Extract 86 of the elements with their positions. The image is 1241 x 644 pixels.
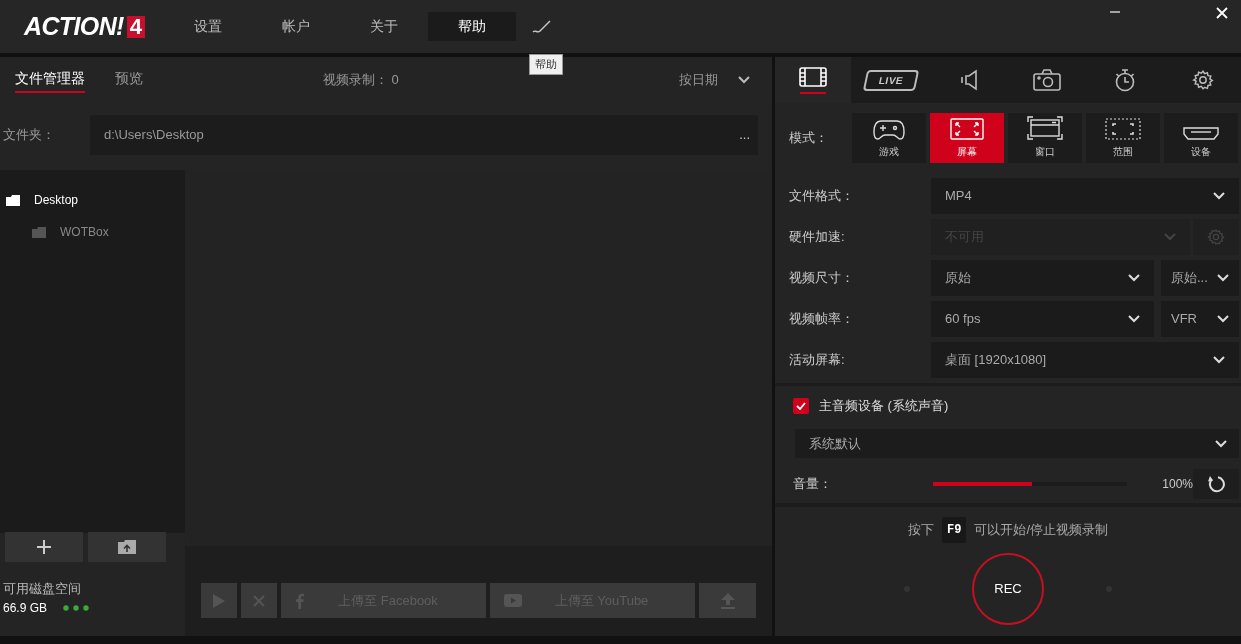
chevron-icon xyxy=(1128,274,1140,282)
sort-dropdown[interactable]: 按日期 xyxy=(679,70,750,90)
folder-icon xyxy=(6,194,20,206)
checkmark-icon xyxy=(796,402,806,410)
logo-badge: 4 xyxy=(126,15,146,38)
folder-icon xyxy=(32,226,46,238)
disk-space-value: 66.9 GB xyxy=(3,600,48,617)
menu-tab[interactable]: 帐户 xyxy=(252,12,341,41)
mode-label: 模式： xyxy=(788,129,829,148)
checkbox[interactable] xyxy=(793,398,809,414)
upload-icon xyxy=(720,592,735,609)
field-label: 视频帧率： xyxy=(788,310,855,329)
dropdown[interactable]: 60 fps xyxy=(931,301,1154,337)
field-label: 硬件加速: xyxy=(788,228,846,247)
pen-icon[interactable] xyxy=(532,19,553,34)
chevron-icon xyxy=(1128,315,1140,323)
chevron-icon xyxy=(1164,233,1176,241)
dropdown[interactable]: 原始... xyxy=(1161,260,1239,296)
speaker-icon xyxy=(961,69,977,91)
folder-item[interactable]: WOTBox xyxy=(0,216,185,248)
checkbox-label: 主音频设备 (系统声音) xyxy=(819,397,949,416)
dropdown[interactable]: MP4 xyxy=(931,178,1239,214)
hotkey-key: F9 xyxy=(942,517,967,543)
chevron-icon xyxy=(1213,356,1225,364)
chevron-icon xyxy=(1213,192,1225,200)
file-tab[interactable]: 预览 xyxy=(115,67,143,93)
folder-upload-icon xyxy=(118,540,136,554)
close-icon xyxy=(1216,7,1228,19)
mode-button[interactable]: 屏幕 xyxy=(930,113,1004,163)
volume-label: 音量： xyxy=(792,475,833,494)
stopwatch-icon xyxy=(1114,68,1136,92)
video-play-icon xyxy=(504,594,522,607)
record-button[interactable]: REC xyxy=(972,553,1044,625)
field-label: 视频尺寸： xyxy=(788,269,855,288)
reset-button[interactable] xyxy=(1193,469,1239,499)
open-folder-button[interactable] xyxy=(88,532,166,562)
dropdown[interactable]: VFR xyxy=(1161,301,1239,337)
volume-slider[interactable] xyxy=(933,482,1127,486)
gamepad-icon xyxy=(873,120,905,140)
recording-count: 视频录制： 0 xyxy=(323,71,399,90)
mode-button[interactable]: 范围 xyxy=(1086,113,1160,163)
dropdown[interactable]: 原始 xyxy=(931,260,1154,296)
dropdown[interactable]: 桌面 [1920x1080] xyxy=(931,342,1239,378)
fullscreen-icon xyxy=(950,118,984,140)
disk-space-label: 可用磁盘空间 xyxy=(3,581,82,597)
folder-item[interactable]: Desktop xyxy=(0,184,185,216)
window-icon xyxy=(1027,116,1063,140)
hotkey-hint: 按下 xyxy=(908,521,934,540)
region-icon xyxy=(1105,118,1141,140)
close-icon xyxy=(253,594,265,607)
add-button[interactable] xyxy=(5,532,83,562)
mode-button[interactable]: 设备 xyxy=(1164,113,1238,163)
field-label: 文件夹： xyxy=(2,126,56,145)
play-icon xyxy=(213,593,225,608)
hdmi-port-icon xyxy=(1183,126,1219,140)
chevron-icon xyxy=(1217,274,1229,282)
status-dots-icon xyxy=(63,605,90,611)
chevron-icon xyxy=(1215,439,1227,448)
volume-value: 100% xyxy=(1161,476,1193,493)
menu-tab[interactable]: 关于 xyxy=(340,12,429,41)
field-label: 文件格式： xyxy=(788,187,855,206)
camera-icon xyxy=(1033,69,1061,91)
film-icon xyxy=(799,66,827,87)
menu-tab[interactable]: 帮助 xyxy=(428,12,517,41)
mode-button[interactable]: 游戏 xyxy=(852,113,926,163)
settings-icon xyxy=(1192,69,1214,91)
facebook-icon xyxy=(295,592,304,609)
minimize-icon[interactable] xyxy=(1110,10,1120,14)
folder-path-field[interactable]: d:\Users\Desktop ... xyxy=(90,115,758,155)
mode-button[interactable]: 窗口 xyxy=(1008,113,1082,163)
audio-device-dropdown[interactable]: 系统默认 xyxy=(795,429,1239,458)
settings-icon xyxy=(1207,228,1225,246)
app-logo: ACTION! xyxy=(24,14,124,39)
live-icon: LIVE xyxy=(862,69,920,91)
field-label: 活动屏幕: xyxy=(788,351,846,370)
tooltip: 帮助 xyxy=(529,54,563,75)
chevron-icon xyxy=(1217,315,1229,323)
file-tab[interactable]: 文件管理器 xyxy=(15,67,85,93)
reset-icon xyxy=(1207,475,1225,493)
plus-icon xyxy=(37,540,51,554)
chevron-icon xyxy=(738,76,750,84)
hotkey-hint: 可以开始/停止视频录制 xyxy=(974,521,1108,540)
menu-tab[interactable]: 设置 xyxy=(164,12,253,41)
browse-button[interactable]: ... xyxy=(739,125,750,145)
active-underline xyxy=(800,91,826,94)
settings-tab[interactable] xyxy=(775,57,851,103)
